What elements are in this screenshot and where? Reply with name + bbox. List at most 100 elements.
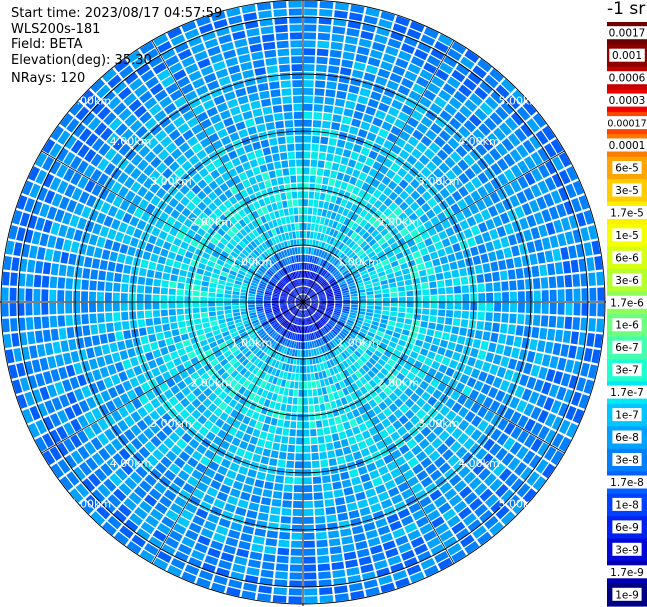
ray-bin <box>312 120 322 128</box>
colorbar-tick-label: 0.00017 <box>607 119 646 130</box>
ray-bin <box>462 293 470 302</box>
ray-bin <box>238 128 249 138</box>
ray-bin <box>129 237 139 248</box>
ray-bin <box>245 169 254 178</box>
ray-bin <box>260 139 270 148</box>
ray-bin <box>414 296 422 302</box>
ray-bin <box>492 354 502 365</box>
ray-bin <box>360 30 374 41</box>
ray-bin <box>441 263 450 272</box>
ray-bin <box>254 149 264 158</box>
ray-bin <box>395 322 404 329</box>
ray-bin <box>365 529 379 540</box>
ray-bin <box>89 313 97 324</box>
ray-bin <box>317 555 330 564</box>
ray-bin <box>322 419 329 427</box>
ray-bin <box>274 402 281 411</box>
ray-bin <box>272 442 280 451</box>
ray-bin <box>129 356 139 367</box>
ray-bin <box>303 183 309 191</box>
ray-bin <box>334 497 346 506</box>
ray-bin <box>541 290 549 302</box>
ray-bin <box>305 342 308 350</box>
ray-bin <box>144 302 152 310</box>
ray-bin <box>277 48 290 57</box>
ray-bin <box>372 161 382 171</box>
ray-bin <box>284 412 291 420</box>
ray-bin <box>29 245 38 259</box>
ray-bin <box>259 164 268 173</box>
ray-bin <box>177 314 185 322</box>
ray-bin <box>303 389 308 397</box>
ray-bin <box>330 425 338 434</box>
ray-bin <box>414 302 422 308</box>
ray-bin <box>119 243 129 254</box>
ray-bin <box>242 433 251 443</box>
ray-bin <box>515 268 524 279</box>
ray-bin <box>13 347 23 362</box>
ray-bin <box>362 113 374 124</box>
ray-bin <box>437 316 445 324</box>
ray-bin <box>216 302 224 307</box>
ray-bin <box>247 126 257 135</box>
ray-bin <box>52 250 62 263</box>
ray-bin <box>177 282 185 290</box>
ray-bin <box>47 235 57 249</box>
ray-bin <box>96 236 106 248</box>
ray-bin <box>224 433 234 443</box>
ray-bin <box>156 332 165 341</box>
ray-bin <box>269 514 280 523</box>
ray-bin <box>568 345 577 359</box>
ray-bin <box>290 421 297 429</box>
ray-bin <box>173 237 182 247</box>
ray-bin <box>287 151 295 160</box>
ray-bin <box>539 264 548 277</box>
ray-bin <box>500 236 510 248</box>
ray-bin <box>147 359 157 370</box>
ray-bin <box>336 172 345 181</box>
ray-bin <box>531 265 540 277</box>
ray-bin <box>303 485 313 493</box>
ray-bin <box>294 135 303 143</box>
ray-bin <box>232 294 240 299</box>
ray-bin <box>564 274 573 288</box>
ray-bin <box>251 51 264 61</box>
ray-bin <box>389 282 397 288</box>
ray-bin <box>291 524 303 532</box>
ray-bin <box>308 397 314 405</box>
ray-bin <box>534 352 544 365</box>
ray-bin <box>424 357 433 367</box>
ray-bin <box>138 268 147 277</box>
ray-bin <box>73 290 81 302</box>
ray-bin <box>498 333 507 345</box>
ray-bin <box>316 168 324 176</box>
ray-bin <box>424 237 433 247</box>
ray-bin <box>323 491 334 499</box>
ray-bin <box>201 281 210 287</box>
ray-bin <box>306 231 311 239</box>
ray-bin <box>109 342 118 353</box>
ray-bin <box>418 269 427 277</box>
ray-bin <box>230 522 243 532</box>
ray-bin <box>227 495 239 506</box>
ray-bin <box>269 81 280 90</box>
ray-bin <box>287 143 295 152</box>
ray-bin <box>317 563 331 572</box>
ray-bin <box>163 265 172 274</box>
ray-bin <box>338 164 347 173</box>
ray-bin <box>248 296 255 300</box>
ray-bin <box>165 360 175 370</box>
ray-bin <box>193 279 202 286</box>
ray-bin <box>120 293 128 302</box>
ray-bin <box>453 286 462 294</box>
ray-bin <box>461 310 470 319</box>
ray-bin <box>260 98 272 107</box>
ray-bin <box>398 307 406 313</box>
ray-bin <box>316 428 324 436</box>
ray-bin <box>288 437 296 445</box>
ray-bin <box>252 141 262 151</box>
range-ring-label: 5.00km <box>70 498 112 511</box>
ray-bin <box>89 302 97 313</box>
ray-bin <box>42 262 52 275</box>
ray-bin <box>81 291 89 302</box>
